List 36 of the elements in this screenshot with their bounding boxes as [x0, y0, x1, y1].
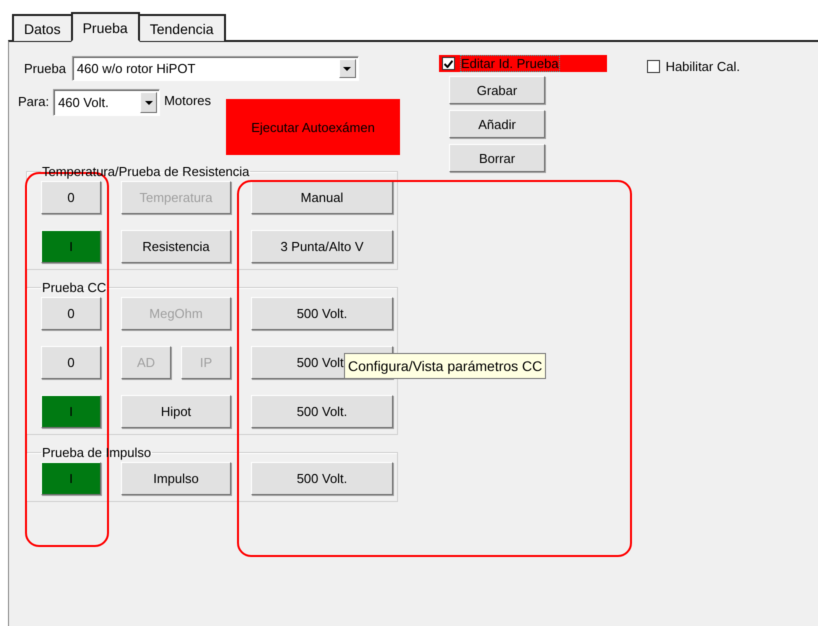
- setting-button[interactable]: 500 Volt.: [251, 297, 393, 330]
- toggle-button[interactable]: I: [41, 395, 101, 428]
- field-label: Para:: [18, 94, 50, 109]
- dropdown-field[interactable]: 460 Volt.: [53, 89, 160, 116]
- action-button[interactable]: Añadir: [449, 110, 545, 138]
- setting-button[interactable]: Manual: [251, 181, 393, 214]
- self-test-button[interactable]: Ejecutar Autoexámen: [226, 99, 400, 155]
- checkbox[interactable]: [442, 57, 455, 70]
- field-label: Prueba: [24, 61, 66, 76]
- toggle-button[interactable]: 0: [41, 346, 101, 379]
- toggle-button[interactable]: I: [41, 230, 101, 263]
- action-button[interactable]: Borrar: [449, 144, 545, 172]
- setting-button[interactable]: 500 Volt.: [251, 462, 393, 495]
- checkmark-icon: [444, 60, 453, 68]
- setting-button[interactable]: 500 Volt.: [251, 395, 393, 428]
- dropdown-field[interactable]: 460 w/o rotor HiPOT: [72, 56, 359, 81]
- tab[interactable]: Tendencia: [138, 14, 226, 41]
- tab[interactable]: Prueba: [70, 12, 140, 42]
- checkbox-label[interactable]: Editar Id. Prueba: [461, 56, 559, 71]
- caret-icon: [144, 100, 153, 104]
- test-button[interactable]: Resistencia: [121, 230, 231, 263]
- checkbox[interactable]: [646, 60, 660, 73]
- test-button[interactable]: Impulso: [121, 462, 231, 495]
- setting-button[interactable]: 3 Punta/Alto V: [251, 230, 393, 263]
- field-label: Motores: [164, 93, 212, 108]
- toggle-button[interactable]: 0: [41, 297, 101, 330]
- tab[interactable]: Datos: [12, 14, 73, 41]
- test-button[interactable]: Hipot: [121, 395, 231, 428]
- toggle-button[interactable]: I: [41, 462, 101, 495]
- group-title: Temperatura/Prueba de Resistencia: [41, 164, 250, 179]
- tooltip: Configura/Vista parámetros CC: [344, 353, 546, 379]
- group-title: Prueba CC: [41, 280, 108, 295]
- checkbox-label[interactable]: Habilitar Cal.: [666, 59, 740, 74]
- action-button[interactable]: Grabar: [449, 76, 545, 104]
- caret-icon: [343, 66, 352, 70]
- toggle-button[interactable]: 0: [41, 181, 101, 214]
